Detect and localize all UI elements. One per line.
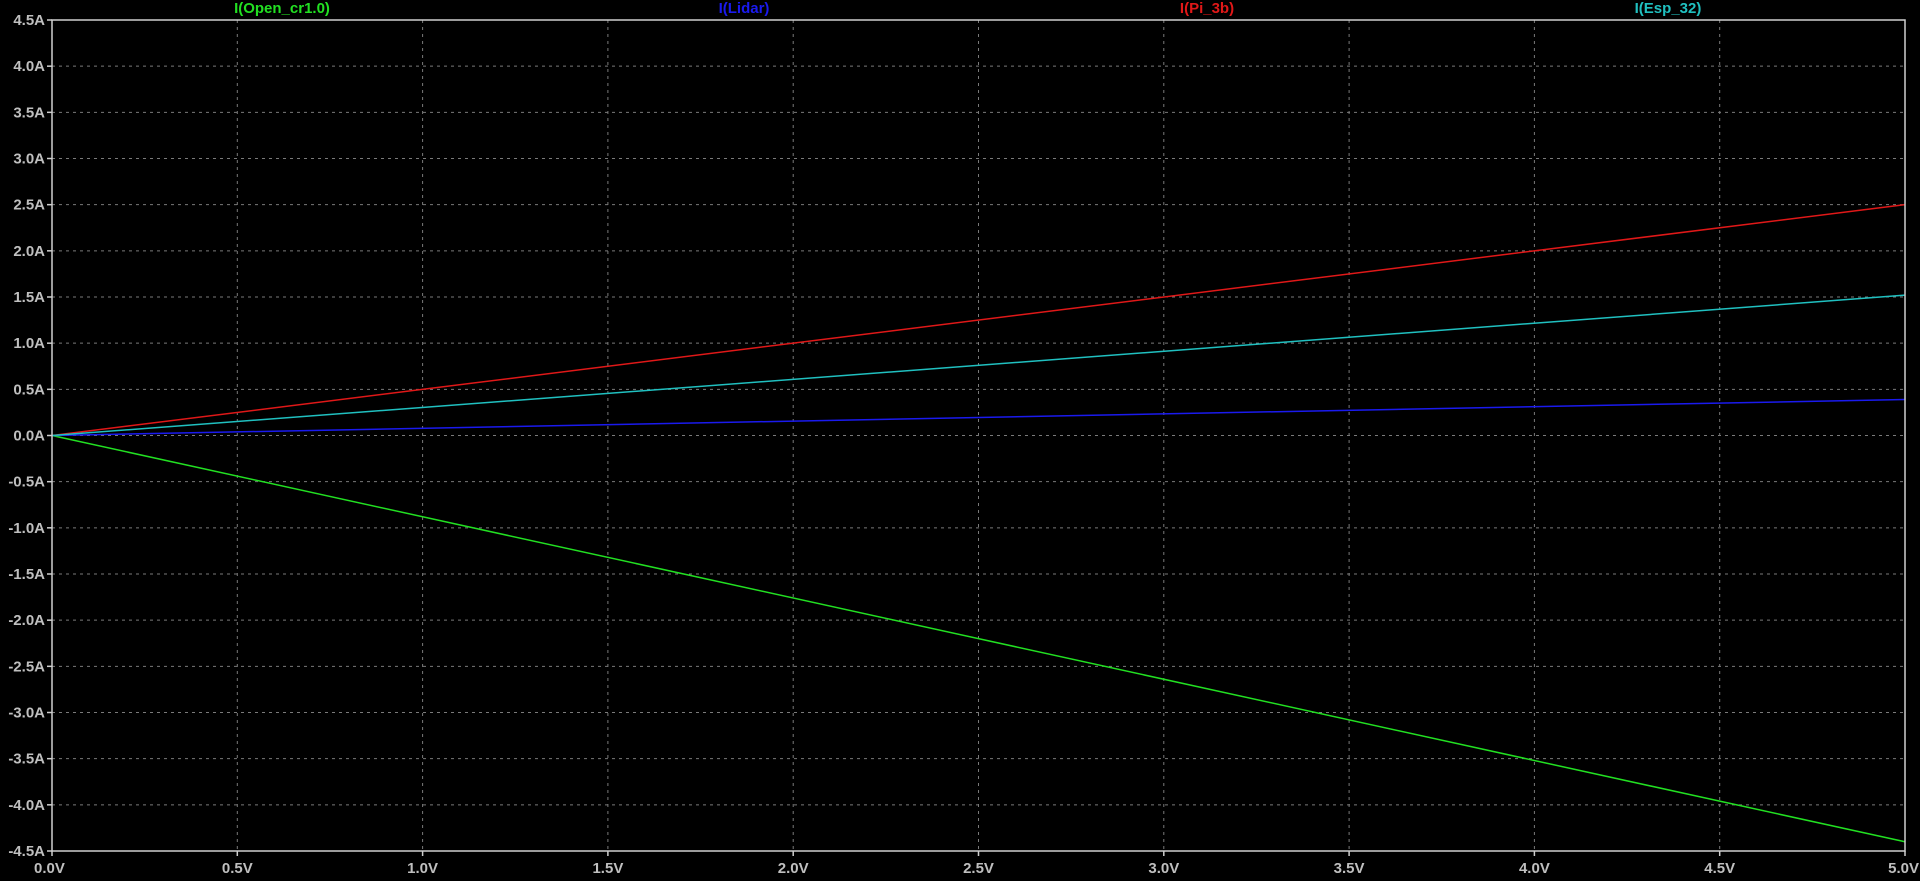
y-tick-label: -2.5A	[8, 658, 45, 675]
x-tick-label: 1.0V	[407, 860, 438, 877]
x-tick-label: 2.5V	[963, 860, 994, 877]
y-tick-label: 3.0A	[13, 151, 45, 168]
axis-ticks	[47, 19, 1906, 856]
x-tick-label: 5.0V	[1888, 860, 1919, 877]
x-tick-label: 3.5V	[1334, 860, 1365, 877]
y-tick-label: -1.5A	[8, 566, 45, 583]
x-tick-label: 4.0V	[1519, 860, 1550, 877]
y-tick-label: 0.0A	[13, 428, 45, 445]
y-tick-label: 2.0A	[13, 243, 45, 260]
legend-entry-1: I(Lidar)	[719, 0, 770, 17]
y-tick-label: 2.5A	[13, 197, 45, 214]
x-tick-label: 3.0V	[1148, 860, 1179, 877]
x-tick-label: 0.5V	[222, 860, 253, 877]
y-axis-tick-labels: 4.5A 4.0A 3.5A 3.0A 2.5A 2.0A 1.5A 1.0A 0.5A 0.0A…	[8, 12, 45, 860]
legend-entry-0: I(Open_cr1.0)	[234, 0, 330, 17]
x-tick-label: 2.0V	[778, 860, 809, 877]
legend: I(Open_cr1.0) I(Lidar) I(Pi_3b) I(Esp_32)	[234, 0, 1701, 17]
y-tick-label: -1.0A	[8, 520, 45, 537]
y-tick-label: -0.5A	[8, 474, 45, 491]
legend-entry-2: I(Pi_3b)	[1180, 0, 1234, 17]
x-tick-label: 4.5V	[1704, 860, 1735, 877]
x-tick-label: 0.0V	[34, 860, 65, 877]
y-tick-label: 4.5A	[13, 12, 45, 29]
x-axis-tick-labels: 0.0V 0.5V 1.0V 1.5V 2.0V 2.5V 3.0V 3.5V 4.0V 4.5V…	[34, 860, 1919, 877]
legend-entry-3: I(Esp_32)	[1635, 0, 1702, 17]
y-tick-label: 1.0A	[13, 335, 45, 352]
y-tick-label: 1.5A	[13, 289, 45, 306]
y-tick-label: 0.5A	[13, 381, 45, 398]
y-tick-label: -3.0A	[8, 705, 45, 722]
y-tick-label: -4.0A	[8, 797, 45, 814]
y-tick-label: -2.0A	[8, 612, 45, 629]
x-tick-label: 1.5V	[592, 860, 623, 877]
series-line-1	[51, 398, 1906, 437]
y-tick-label: 4.0A	[13, 58, 45, 75]
y-tick-label: -4.5A	[8, 843, 45, 860]
y-tick-label: -3.5A	[8, 751, 45, 768]
grid	[52, 20, 1905, 851]
y-tick-label: 3.5A	[13, 104, 45, 121]
plot-area: 4.5A 4.0A 3.5A 3.0A 2.5A 2.0A 1.5A 1.0A 0.5A 0.0A…	[0, 0, 1920, 881]
